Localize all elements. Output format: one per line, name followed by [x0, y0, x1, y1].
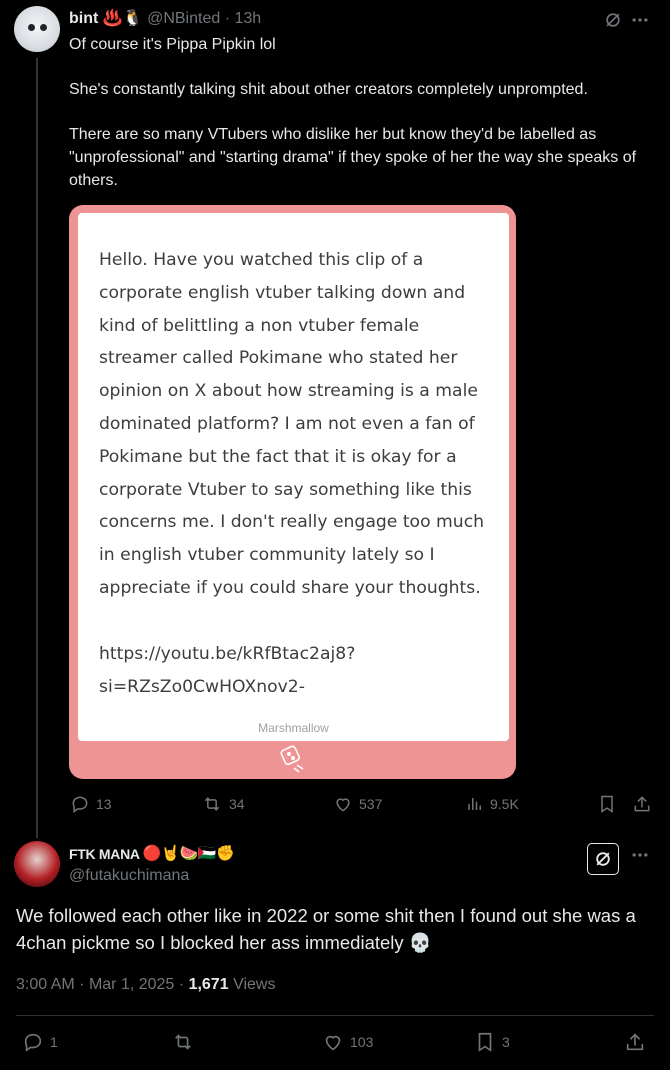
- name-emojis: 🔴🤘🍉🇵🇸✊: [142, 845, 235, 862]
- views-icon: [466, 794, 484, 814]
- tweet-paragraph: Of course it's Pippa Pipkin lol: [69, 36, 276, 53]
- card-message: Hello. Have you watched this clip of a c…: [99, 250, 485, 598]
- divider: [16, 1015, 654, 1016]
- like-count: 537: [359, 796, 383, 812]
- marshmallow-logo-icon: [278, 744, 308, 774]
- share-button[interactable]: [632, 792, 652, 816]
- reply-icon: [70, 794, 90, 814]
- avatar[interactable]: [14, 6, 60, 52]
- handle[interactable]: @NBinted: [147, 10, 220, 27]
- tweet-text: Of course it's Pippa Pipkin lol She's co…: [69, 33, 659, 214]
- display-name-row: FTK MANA 🔴🤘🍉🇵🇸✊: [69, 843, 235, 865]
- tweet-meta: 3:00 AM · Mar 1, 2025 · 1,671 Views: [16, 975, 275, 995]
- reply-button[interactable]: 1: [22, 1030, 58, 1054]
- repost-count: 34: [229, 796, 245, 812]
- grok-icon[interactable]: [603, 10, 623, 30]
- card-brand: Marshmallow: [258, 721, 329, 735]
- repost-button[interactable]: [171, 1030, 195, 1054]
- views-count: 9.5K: [490, 796, 519, 812]
- card-link-line: https://youtu.be/kRfBtac2aj8?: [99, 644, 356, 664]
- timestamp[interactable]: 13h: [234, 10, 261, 27]
- like-button[interactable]: 537: [333, 792, 382, 816]
- bookmark-count: 3: [502, 1034, 510, 1050]
- card-link-line: si=RZsZo0CwHOXnov2-: [99, 676, 305, 697]
- grok-button[interactable]: [587, 843, 619, 875]
- bookmark-icon: [597, 794, 617, 814]
- tweet-paragraph: There are so many VTubers who dislike he…: [69, 126, 637, 189]
- avatar[interactable]: [14, 841, 60, 887]
- views-count: 1,671: [188, 976, 229, 993]
- thread-line: [36, 58, 38, 838]
- display-name[interactable]: FTK MANA: [69, 843, 140, 865]
- repost-button[interactable]: 34: [201, 792, 245, 816]
- name-emojis: ♨️🐧: [102, 10, 143, 27]
- views-label: Views: [233, 976, 276, 993]
- separator: ·: [79, 976, 85, 993]
- tweet-text: We followed each other like in 2022 or s…: [16, 905, 636, 953]
- like-icon: [333, 794, 353, 814]
- like-icon: [322, 1031, 344, 1053]
- date[interactable]: Mar 1, 2025: [89, 976, 174, 993]
- reply-icon: [22, 1031, 44, 1053]
- bookmark-button[interactable]: 3: [474, 1030, 510, 1054]
- grok-icon: [593, 849, 613, 869]
- share-icon: [624, 1031, 646, 1053]
- like-button[interactable]: 103: [322, 1030, 373, 1054]
- bookmark-button[interactable]: [597, 792, 617, 816]
- timestamp[interactable]: 3:00 AM: [16, 976, 75, 993]
- reply-count: 1: [50, 1034, 58, 1050]
- like-count: 103: [350, 1034, 374, 1050]
- tweet-header: bint ♨️🐧 @NBinted · 13h: [69, 9, 261, 29]
- share-button[interactable]: [624, 1030, 646, 1054]
- handle[interactable]: @futakuchimana: [69, 866, 189, 886]
- reply-button[interactable]: 13: [70, 792, 112, 816]
- separator: ·: [224, 10, 231, 27]
- repost-icon: [201, 794, 223, 814]
- display-name[interactable]: bint: [69, 10, 98, 27]
- repost-icon: [171, 1031, 195, 1053]
- tweet-paragraph: She's constantly talking shit about othe…: [69, 81, 588, 98]
- card-link: https://youtu.be/kRfBtac2aj8? si=RZsZo0C…: [99, 638, 494, 704]
- reply-count: 13: [96, 796, 112, 812]
- more-icon[interactable]: [630, 10, 650, 30]
- share-icon: [632, 794, 652, 814]
- separator: ·: [178, 976, 185, 993]
- more-icon[interactable]: [630, 845, 650, 865]
- bookmark-icon: [474, 1031, 496, 1053]
- views-button[interactable]: 9.5K: [466, 792, 519, 816]
